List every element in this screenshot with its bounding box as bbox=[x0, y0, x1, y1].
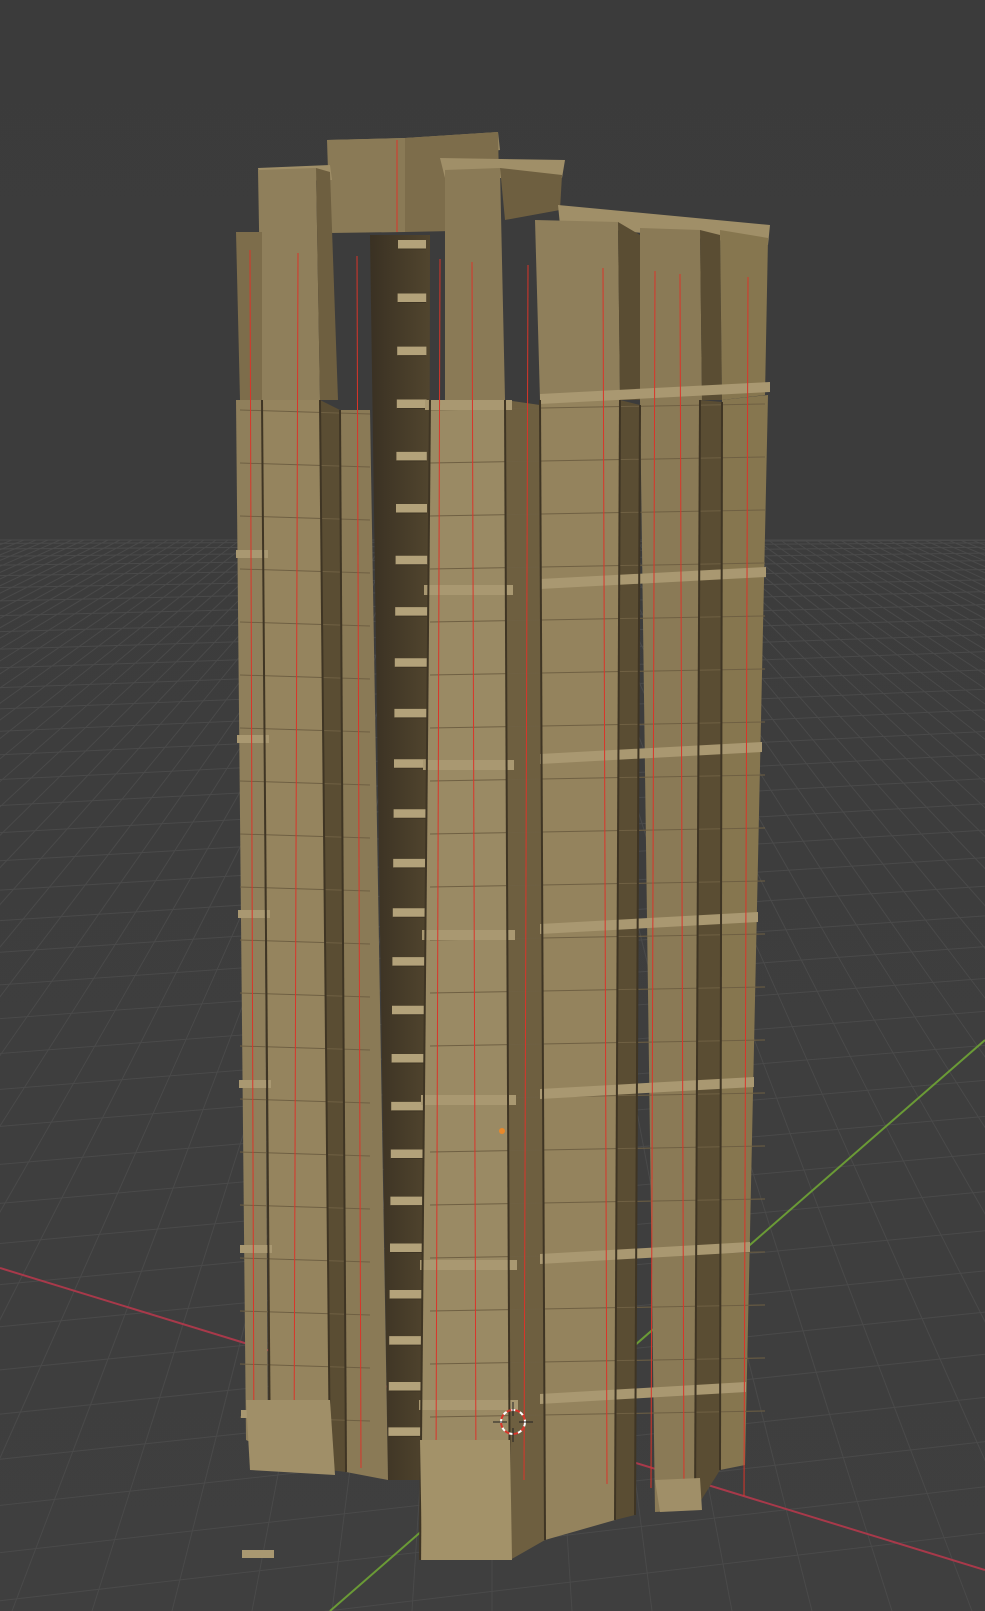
left-wing-cap bbox=[258, 168, 320, 400]
rear-block-b bbox=[640, 228, 702, 400]
rear-block-c bbox=[720, 230, 768, 400]
crown-face-left bbox=[327, 138, 405, 233]
rear-block-a-side bbox=[618, 222, 640, 400]
center-volume-side bbox=[505, 400, 545, 1560]
base-plinth-left bbox=[246, 1400, 335, 1475]
far-left-cap bbox=[236, 232, 262, 400]
center-volume-front bbox=[420, 400, 510, 1560]
right-wing-cap bbox=[445, 168, 505, 400]
base-plinth-right bbox=[655, 1478, 702, 1512]
right-volume-a bbox=[540, 400, 620, 1540]
rear-block-b-side bbox=[700, 230, 722, 400]
object-origin-icon[interactable] bbox=[499, 1128, 505, 1134]
3d-viewport[interactable] bbox=[0, 0, 985, 1611]
tower-building[interactable] bbox=[236, 132, 770, 1561]
rear-block-a bbox=[535, 220, 620, 400]
base-plinth-center bbox=[420, 1440, 512, 1560]
viewport-canvas[interactable] bbox=[0, 0, 985, 1611]
